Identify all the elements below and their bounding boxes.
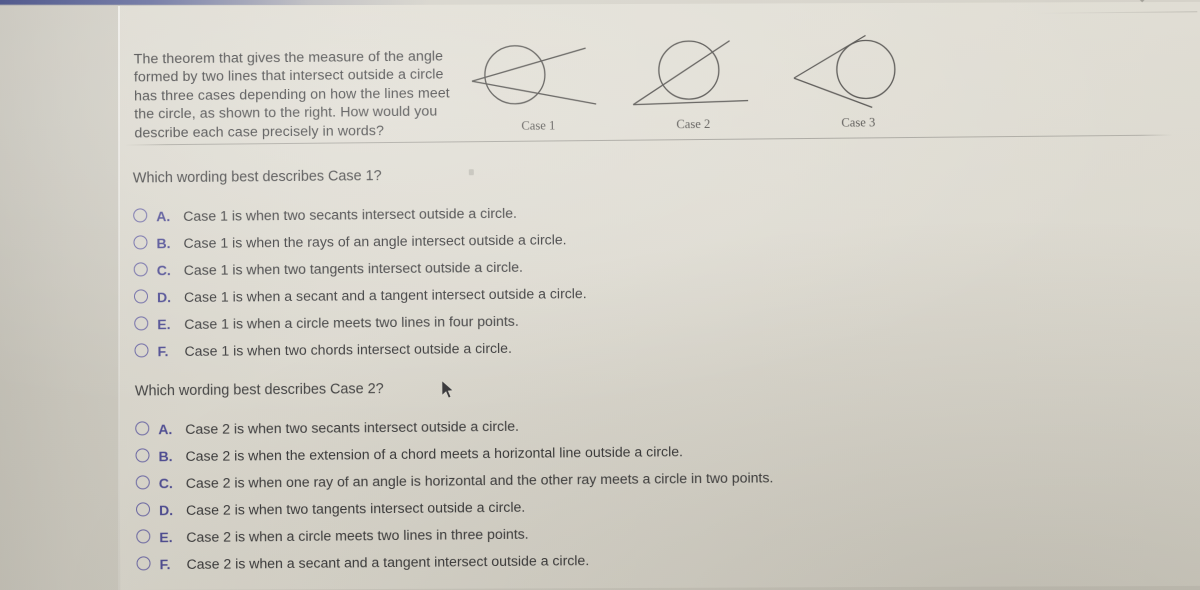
case-1-diagram <box>471 45 597 105</box>
radio-icon[interactable] <box>135 421 150 436</box>
radio-icon[interactable] <box>134 316 149 331</box>
option-text: Case 2 is when one ray of an angle is ho… <box>185 469 774 491</box>
option-text: Case 2 is when two tangents intersect ou… <box>185 498 526 518</box>
option-letter: E. <box>157 316 171 333</box>
option-1f[interactable]: F. Case 1 is when two chords intersect o… <box>134 338 587 369</box>
option-letter: B. <box>158 448 173 465</box>
option-letter: D. <box>156 289 172 306</box>
option-2f[interactable]: F. Case 2 is when a secant and a tangent… <box>136 549 774 582</box>
figure-caption: Case 3 <box>841 115 876 130</box>
option-1c[interactable]: C. Case 1 is when two tangents intersect… <box>133 257 587 288</box>
option-text: Case 1 is when two secants intersect out… <box>183 204 518 224</box>
case-2-diagram <box>632 40 749 106</box>
case-3-diagram <box>793 34 896 108</box>
option-letter: A. <box>156 208 171 225</box>
figure-case-2: Case 2 <box>622 28 763 131</box>
figure-row: Case 1 Case 2 Case 3 <box>467 27 938 138</box>
top-divider <box>1037 11 1198 14</box>
document-layer: The theorem that gives the measure of th… <box>0 0 1200 590</box>
figure-case-3: Case 3 <box>787 27 928 130</box>
option-1e[interactable]: E. Case 1 is when a circle meets two lin… <box>134 311 587 342</box>
option-letter: E. <box>159 529 173 546</box>
option-letter: F. <box>157 343 169 360</box>
option-letter: D. <box>158 502 174 519</box>
option-text: Case 1 is when two chords intersect outs… <box>184 339 513 359</box>
option-text: Case 2 is when two secants intersect out… <box>185 417 520 437</box>
option-text: Case 1 is when a circle meets two lines … <box>184 312 519 332</box>
mouse-cursor-icon <box>441 379 455 399</box>
smudge-mark <box>468 169 474 176</box>
figure-caption: Case 2 <box>676 116 711 132</box>
option-letter: C. <box>156 262 171 279</box>
radio-icon[interactable] <box>135 502 151 517</box>
option-text: Case 1 is when a secant and a tangent in… <box>183 285 587 305</box>
radio-icon[interactable] <box>133 289 149 304</box>
radio-icon[interactable] <box>135 475 150 490</box>
option-text: Case 2 is when the extension of a chord … <box>185 443 684 464</box>
figure-caption: Case 1 <box>521 118 556 133</box>
photographed-screen: The theorem that gives the measure of th… <box>0 0 1200 590</box>
option-1b[interactable]: B. Case 1 is when the rays of an angle i… <box>133 230 586 261</box>
question-1-options: A. Case 1 is when two secants intersect … <box>133 203 587 369</box>
question-1-heading: Which wording best describes Case 1? <box>132 168 382 187</box>
option-letter: A. <box>158 421 173 438</box>
option-1a[interactable]: A. Case 1 is when two secants intersect … <box>133 203 586 234</box>
option-letter: C. <box>158 475 173 492</box>
figure-case-1: Case 1 <box>467 30 608 133</box>
option-text: Case 1 is when the rays of an angle inte… <box>183 231 567 251</box>
radio-icon[interactable] <box>134 343 149 358</box>
option-1d[interactable]: D. Case 1 is when a secant and a tangent… <box>133 284 587 315</box>
option-letter: F. <box>159 556 171 573</box>
option-text: Case 2 is when a circle meets two lines … <box>186 525 529 545</box>
option-text: Case 2 is when a secant and a tangent in… <box>186 552 590 572</box>
radio-icon[interactable] <box>136 556 151 571</box>
question-2-heading: Which wording best describes Case 2? <box>134 381 384 400</box>
expand-arrow-icon[interactable] <box>1131 0 1153 5</box>
option-text: Case 1 is when two tangents intersect ou… <box>183 258 524 278</box>
question-2-options: A. Case 2 is when two secants intersect … <box>135 414 774 582</box>
radio-icon[interactable] <box>133 235 148 250</box>
question-prompt: The theorem that gives the measure of th… <box>133 48 450 142</box>
radio-icon[interactable] <box>133 208 148 223</box>
radio-icon[interactable] <box>135 448 150 463</box>
radio-icon[interactable] <box>133 262 148 277</box>
option-letter: B. <box>156 235 171 252</box>
radio-icon[interactable] <box>136 529 151 544</box>
